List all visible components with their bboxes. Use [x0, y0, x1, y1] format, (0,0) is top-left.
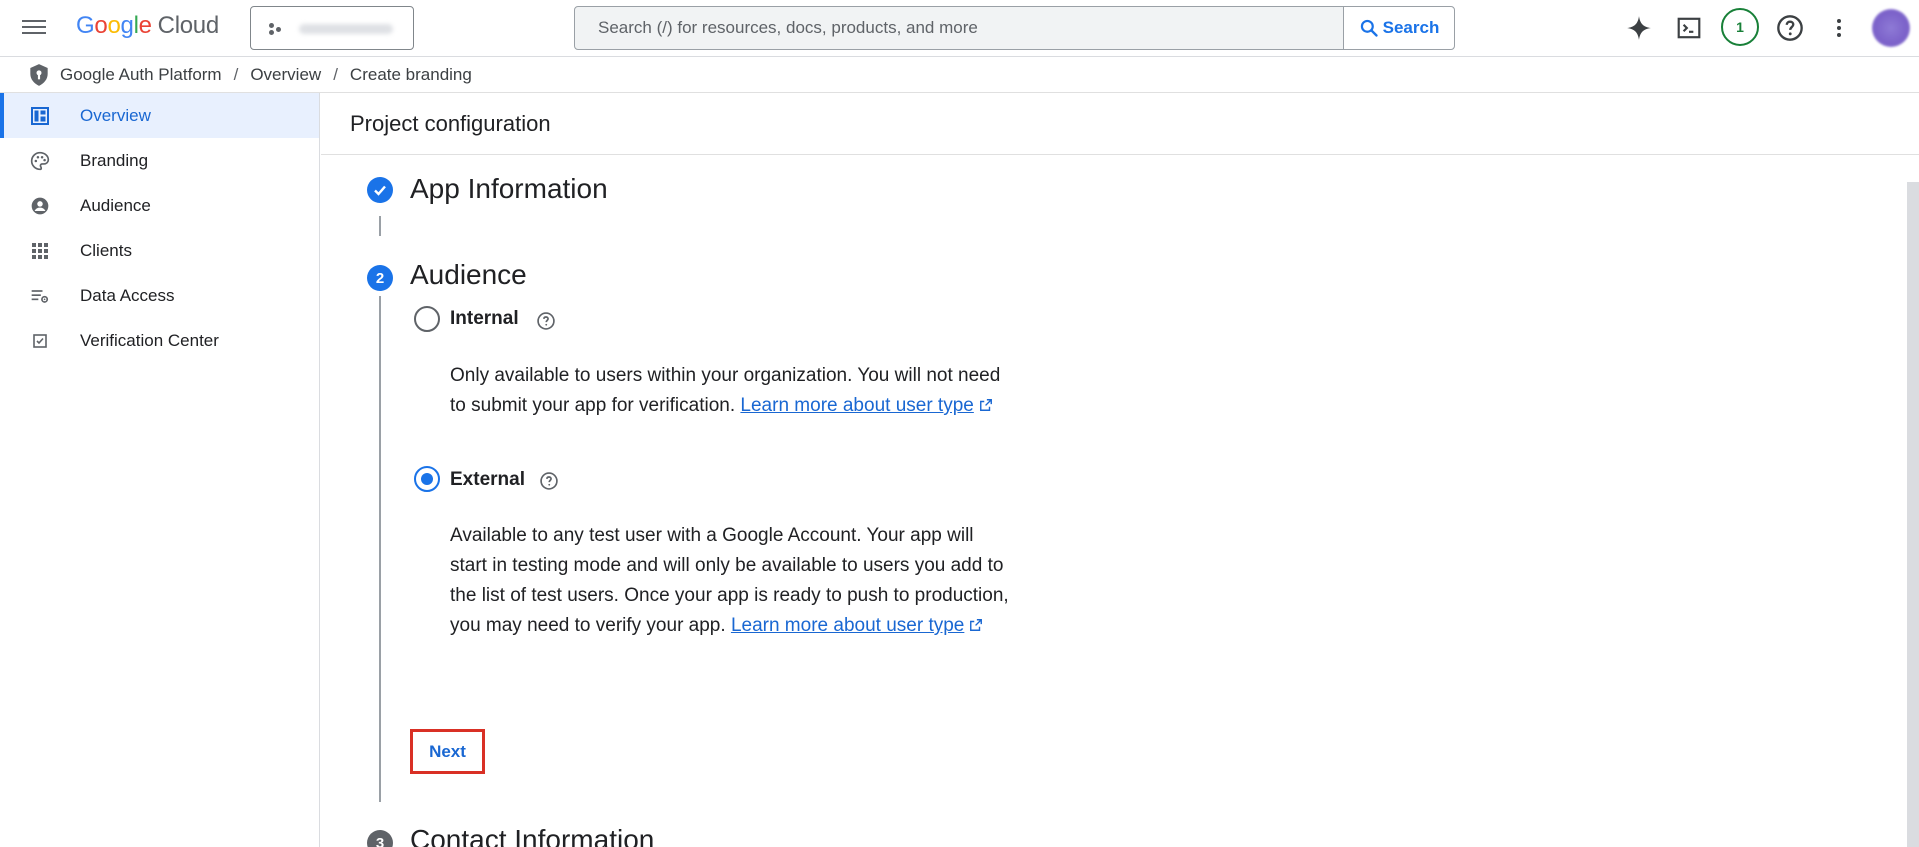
- breadcrumb: Google Auth Platform / Overview / Create…: [0, 57, 1919, 93]
- avatar[interactable]: [1872, 9, 1910, 47]
- top-bar: GoogleCloud Search 1: [0, 0, 1919, 57]
- learn-more-user-type-link[interactable]: Learn more about user type: [740, 395, 973, 416]
- gemini-spark-icon[interactable]: [1621, 10, 1657, 46]
- step-connector: [379, 296, 381, 802]
- sidebar-item-clients[interactable]: Clients: [0, 228, 319, 273]
- sidebar-item-audience[interactable]: Audience: [0, 183, 319, 228]
- page-title: Project configuration: [350, 111, 551, 136]
- sidebar-item-overview[interactable]: Overview: [0, 93, 319, 138]
- help-icon[interactable]: [536, 311, 556, 331]
- step-title-app-information[interactable]: App Information: [410, 173, 608, 205]
- project-dots-icon: [269, 23, 283, 35]
- palette-icon: [30, 151, 50, 171]
- external-description: Available to any test user with a Google…: [450, 525, 1009, 636]
- next-button[interactable]: Next: [410, 729, 485, 774]
- sidebar-item-verification-center[interactable]: Verification Center: [0, 318, 319, 363]
- radio-external[interactable]: [414, 466, 440, 492]
- external-link-icon: [979, 399, 992, 411]
- project-name-redacted: [299, 24, 393, 34]
- help-icon[interactable]: [1772, 10, 1808, 46]
- shield-icon: [30, 63, 48, 86]
- external-link-icon: [970, 619, 983, 631]
- cloud-shell-icon[interactable]: [1671, 10, 1707, 46]
- step-title-contact-information[interactable]: Contact Information: [410, 824, 654, 847]
- search-icon: [1360, 19, 1378, 37]
- menu-icon[interactable]: [21, 16, 47, 38]
- radio-label-internal[interactable]: Internal: [450, 308, 519, 330]
- breadcrumb-item-auth-platform[interactable]: Google Auth Platform: [60, 65, 222, 85]
- help-icon[interactable]: [539, 471, 559, 491]
- checkbox-icon: [30, 331, 50, 351]
- step-number-badge: 2: [367, 265, 393, 291]
- scrollbar[interactable]: [1907, 182, 1919, 847]
- notification-badge[interactable]: 1: [1721, 8, 1759, 46]
- dashboard-icon: [30, 106, 50, 126]
- sidebar: Overview Branding Audience Clients Data …: [0, 93, 320, 847]
- radio-label-external[interactable]: External: [450, 469, 525, 491]
- radio-internal[interactable]: [414, 306, 440, 332]
- search-input[interactable]: [576, 8, 1344, 48]
- step-number-badge: 3: [367, 830, 393, 847]
- step-complete-check-icon: [367, 177, 393, 203]
- step-connector: [379, 216, 381, 236]
- breadcrumb-separator: /: [233, 64, 239, 84]
- account-circle-icon: [30, 196, 50, 216]
- sidebar-item-branding[interactable]: Branding: [0, 138, 319, 183]
- internal-description: Only available to users within your orga…: [450, 365, 1001, 416]
- breadcrumb-item-create-branding: Create branding: [349, 64, 472, 84]
- search-button[interactable]: Search: [1343, 7, 1454, 49]
- sidebar-item-data-access[interactable]: Data Access: [0, 273, 319, 318]
- google-cloud-logo[interactable]: Google Cloud: [76, 12, 219, 40]
- data-settings-icon: [30, 286, 50, 306]
- breadcrumb-item-overview[interactable]: Overview: [250, 65, 321, 85]
- learn-more-user-type-link[interactable]: Learn more about user type: [731, 615, 964, 636]
- search-bar: Search: [574, 6, 1455, 50]
- apps-grid-icon: [30, 241, 50, 261]
- breadcrumb-separator: /: [333, 64, 338, 84]
- step-title-audience[interactable]: Audience: [410, 259, 527, 291]
- more-vert-icon[interactable]: [1821, 10, 1857, 46]
- main-header: Project configuration: [321, 93, 1919, 155]
- project-picker[interactable]: [250, 6, 414, 50]
